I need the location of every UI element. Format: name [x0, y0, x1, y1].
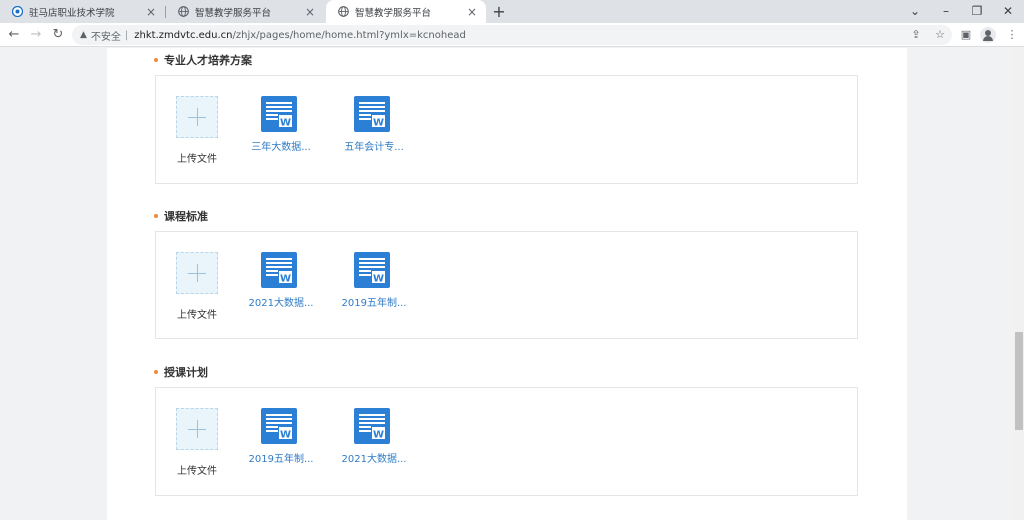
tab-strip: 驻马店职业技术学院 × 智慧教学服务平台 × 智慧教学服务平台 × + ⌄ – … [0, 0, 1024, 23]
file-item[interactable]: W 五年会计专... [339, 96, 409, 156]
file-item[interactable]: W 2021大数据... [339, 408, 409, 468]
section-title: 课程标准 [154, 208, 208, 224]
forward-arrow-icon[interactable]: → [27, 26, 45, 44]
bookmark-star-icon[interactable]: ☆ [932, 25, 948, 45]
bullet-dot-icon [154, 214, 158, 218]
tab-title: 驻马店职业技术学院 [29, 7, 115, 19]
section-title: 授课计划 [154, 364, 208, 380]
tab-platform-active[interactable]: 智慧教学服务平台 × [326, 0, 486, 23]
globe-icon [178, 6, 189, 17]
file-name-link[interactable]: 2019五年制... [333, 294, 415, 309]
tab-close-button[interactable]: × [304, 6, 316, 18]
file-item[interactable]: W 2021大数据... [246, 252, 316, 312]
file-item[interactable]: W 2019五年制... [339, 252, 409, 312]
section-title-text: 专业人才培养方案 [164, 54, 252, 67]
file-name-link[interactable]: 三年大数据... [240, 138, 322, 153]
url-path: /zhjx/pages/home/home.html?ymlx=kcnohead [232, 29, 466, 41]
section-panel: 上传文件 W 2019五年制... W 2021大数据... [155, 387, 858, 496]
tab-platform-1[interactable]: 智慧教学服务平台 × [166, 0, 324, 23]
tab-title: 智慧教学服务平台 [355, 7, 432, 19]
upload-label: 上传文件 [177, 154, 217, 165]
word-doc-icon: W [354, 408, 390, 444]
word-doc-icon: W [261, 252, 297, 288]
bullet-dot-icon [154, 58, 158, 62]
share-icon[interactable]: ⇪ [908, 25, 924, 45]
svg-text:W: W [280, 274, 291, 285]
file-name-link[interactable]: 五年会计专... [333, 138, 415, 153]
word-doc-icon: W [354, 252, 390, 288]
page-viewport: 专业人才培养方案 上传文件 W 三年大数据... W 五年会计专... 课程标准… [0, 48, 1024, 520]
college-favicon-icon [12, 6, 23, 17]
section-panel: 上传文件 W 2021大数据... W 2019五年制... [155, 231, 858, 339]
tab-close-button[interactable]: × [145, 6, 157, 18]
restore-button[interactable]: ❐ [968, 2, 986, 20]
plus-icon[interactable] [176, 252, 218, 294]
tab-search-button[interactable]: ⌄ [906, 2, 924, 20]
word-doc-icon: W [354, 96, 390, 132]
svg-text:W: W [373, 118, 384, 129]
new-tab-button[interactable]: + [490, 3, 508, 21]
svg-text:W: W [280, 118, 291, 129]
tab-close-button[interactable]: × [466, 6, 478, 18]
svg-text:W: W [280, 430, 291, 441]
address-bar[interactable]: ▲ 不安全 | zhkt.zmdvtc.edu.cn/zhjx/pages/ho… [72, 25, 952, 45]
side-panel-icon[interactable]: ▣ [957, 26, 975, 44]
file-name-link[interactable]: 2021大数据... [333, 450, 415, 465]
file-name-link[interactable]: 2019五年制... [240, 450, 322, 465]
word-doc-icon: W [261, 408, 297, 444]
warning-triangle-icon: ▲ [80, 30, 87, 40]
section-panel: 上传文件 W 三年大数据... W 五年会计专... [155, 75, 858, 184]
upload-label: 上传文件 [177, 466, 217, 477]
url-host: zhkt.zmdvtc.edu.cn [134, 29, 233, 41]
plus-icon[interactable] [176, 96, 218, 138]
reload-icon[interactable]: ↻ [49, 26, 67, 44]
main-content: 专业人才培养方案 上传文件 W 三年大数据... W 五年会计专... 课程标准… [107, 48, 907, 520]
section-title: 专业人才培养方案 [154, 52, 252, 68]
upload-file-button[interactable]: 上传文件 [176, 252, 218, 328]
section-title-text: 授课计划 [164, 366, 208, 379]
upload-file-button[interactable]: 上传文件 [176, 408, 218, 484]
minimize-button[interactable]: – [937, 2, 955, 20]
upload-file-button[interactable]: 上传文件 [176, 96, 218, 172]
file-item[interactable]: W 三年大数据... [246, 96, 316, 156]
security-status[interactable]: 不安全 [91, 28, 121, 43]
profile-avatar-icon[interactable] [980, 27, 996, 43]
tab-college[interactable]: 驻马店职业技术学院 × [0, 0, 165, 23]
section-title-text: 课程标准 [164, 210, 208, 223]
page-scrollbar[interactable] [1014, 48, 1024, 520]
file-name-link[interactable]: 2021大数据... [240, 294, 322, 309]
tab-title: 智慧教学服务平台 [195, 7, 272, 19]
back-arrow-icon[interactable]: ← [5, 26, 23, 44]
globe-icon [338, 6, 349, 17]
address-separator: | [124, 29, 129, 41]
upload-label: 上传文件 [177, 310, 217, 321]
svg-text:W: W [373, 430, 384, 441]
more-menu-icon[interactable]: ⋮ [1003, 26, 1021, 44]
svg-text:W: W [373, 274, 384, 285]
close-window-button[interactable]: ✕ [999, 2, 1017, 20]
plus-icon[interactable] [176, 408, 218, 450]
word-doc-icon: W [261, 96, 297, 132]
bullet-dot-icon [154, 370, 158, 374]
file-item[interactable]: W 2019五年制... [246, 408, 316, 468]
scrollbar-thumb[interactable] [1015, 332, 1023, 430]
browser-toolbar: ← → ↻ ▲ 不安全 | zhkt.zmdvtc.edu.cn/zhjx/pa… [0, 23, 1024, 47]
